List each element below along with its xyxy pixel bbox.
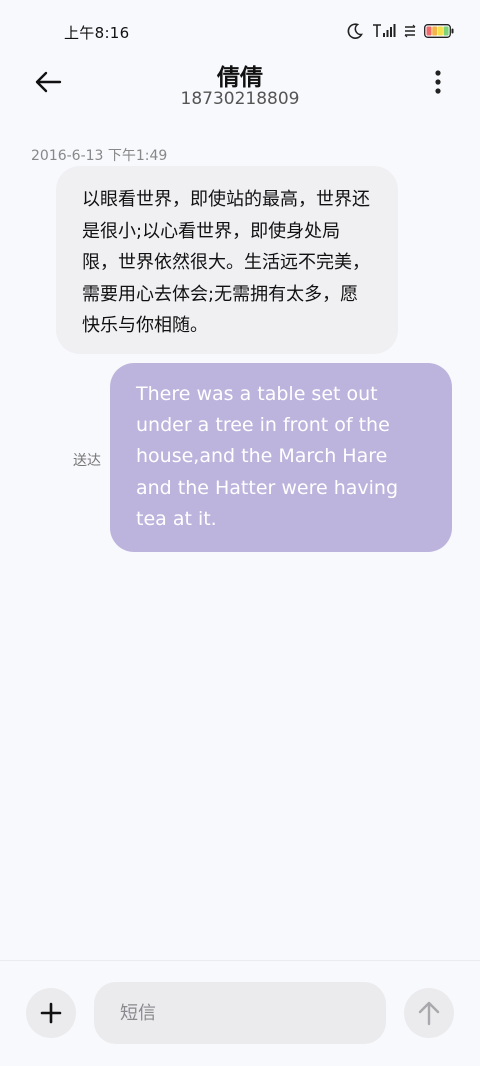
status-icons — [346, 20, 454, 42]
send-button[interactable] — [404, 988, 454, 1038]
add-attachment-button[interactable] — [26, 988, 76, 1038]
plus-icon — [40, 1002, 62, 1024]
arrow-up-icon — [418, 1001, 440, 1026]
incoming-message-bubble[interactable]: 以眼看世界，即使站的最高，世界还是很小;以心看世界，即使身处局限，世界依然很大。… — [56, 166, 398, 354]
message-input[interactable] — [94, 982, 386, 1044]
moon-icon — [347, 23, 363, 39]
delivery-status: 送达 — [73, 453, 101, 469]
status-time: 上午8:16 — [64, 24, 130, 42]
message-timestamp: 2016-6-13 下午1:49 — [31, 148, 168, 164]
signal-icon — [373, 24, 396, 37]
battery-icon — [424, 24, 454, 38]
more-options-button[interactable] — [430, 68, 446, 96]
compose-divider — [0, 960, 480, 961]
outgoing-message-bubble[interactable]: There was a table set out under a tree i… — [110, 363, 452, 552]
conversation-header: 倩倩 18730218809 — [0, 52, 480, 122]
data-icon — [404, 24, 416, 38]
more-vertical-icon — [435, 70, 441, 94]
contact-number: 18730218809 — [180, 89, 300, 109]
contact-name: 倩倩 — [217, 65, 263, 91]
